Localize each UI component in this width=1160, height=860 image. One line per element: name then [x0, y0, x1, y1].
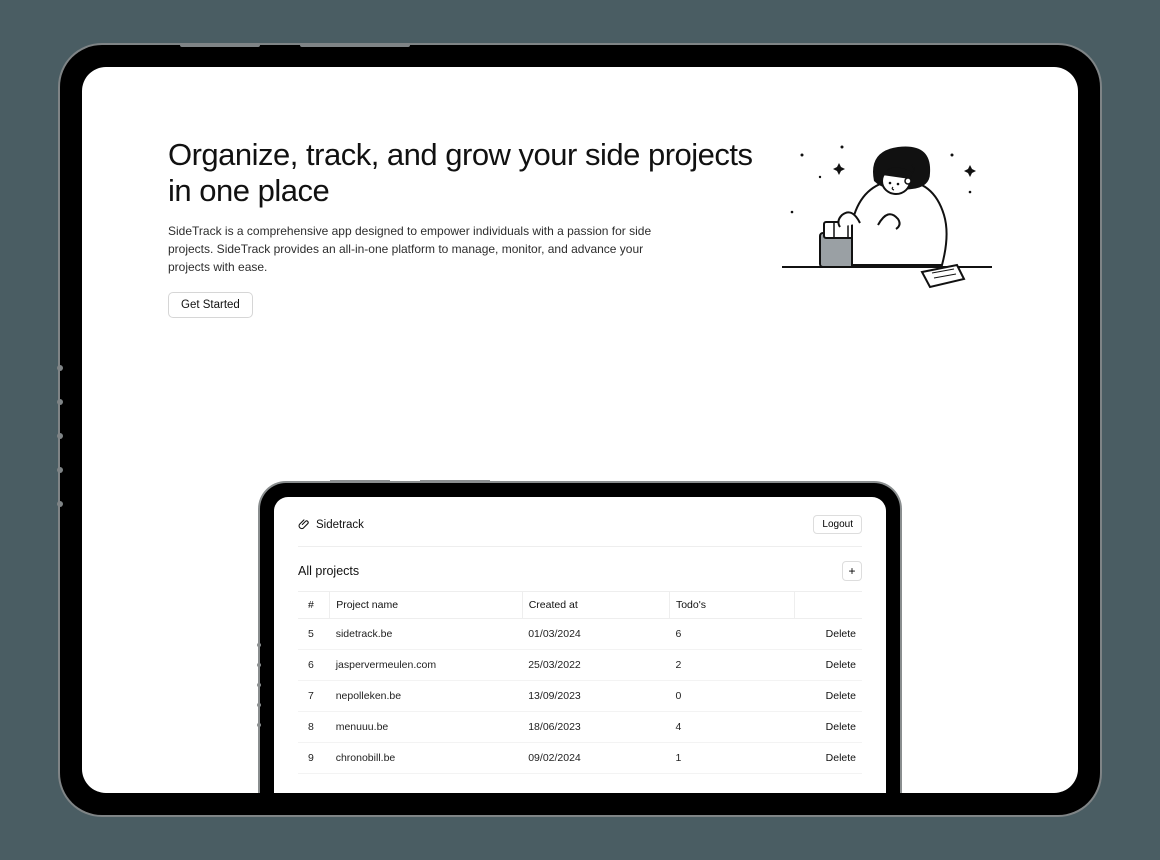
cell-created: 18/06/2023 — [522, 712, 669, 743]
app-brand[interactable]: Sidetrack — [298, 518, 364, 531]
hero-text: Organize, track, and grow your side proj… — [168, 137, 762, 318]
col-action — [794, 592, 862, 619]
delete-button[interactable]: Delete — [826, 628, 856, 640]
cell-name: nepolleken.be — [330, 681, 523, 712]
cell-created: 13/09/2023 — [522, 681, 669, 712]
hero-section: Organize, track, and grow your side proj… — [168, 137, 992, 318]
inner-tablet-wrap: Sidetrack Logout All projects + # Projec… — [260, 483, 900, 793]
table-row[interactable]: 5sidetrack.be01/03/20246 Delete — [298, 619, 862, 650]
get-started-button[interactable]: Get Started — [168, 292, 253, 318]
table-row[interactable]: 9chronobill.be09/02/20241 Delete — [298, 743, 862, 774]
cell-num: 6 — [298, 650, 330, 681]
cell-name: sidetrack.be — [330, 619, 523, 650]
outer-tablet-frame: Organize, track, and grow your side proj… — [60, 45, 1100, 815]
col-todos: Todo's — [669, 592, 794, 619]
cell-created: 01/03/2024 — [522, 619, 669, 650]
delete-button[interactable]: Delete — [826, 659, 856, 671]
tablet-notch — [180, 43, 260, 47]
delete-button[interactable]: Delete — [826, 752, 856, 764]
col-name: Project name — [330, 592, 523, 619]
outer-screen: Organize, track, and grow your side proj… — [82, 67, 1078, 793]
inner-tablet-buttons — [257, 643, 261, 727]
hero-illustration — [782, 137, 992, 317]
col-num: # — [298, 592, 330, 619]
cell-name: jaspervermeulen.com — [330, 650, 523, 681]
cell-created: 09/02/2024 — [522, 743, 669, 774]
logout-button[interactable]: Logout — [813, 515, 862, 534]
projects-table: # Project name Created at Todo's 5sidetr… — [298, 591, 862, 774]
cell-todos: 2 — [669, 650, 794, 681]
add-project-button[interactable]: + — [842, 561, 862, 581]
cell-todos: 4 — [669, 712, 794, 743]
col-created: Created at — [522, 592, 669, 619]
hero-title: Organize, track, and grow your side proj… — [168, 137, 762, 208]
table-row[interactable]: 7nepolleken.be13/09/20230 Delete — [298, 681, 862, 712]
cell-num: 8 — [298, 712, 330, 743]
cell-todos: 0 — [669, 681, 794, 712]
cell-created: 25/03/2022 — [522, 650, 669, 681]
cell-todos: 6 — [669, 619, 794, 650]
inner-tablet-frame: Sidetrack Logout All projects + # Projec… — [260, 483, 900, 793]
inner-tablet-notch — [330, 480, 390, 483]
cell-name: chronobill.be — [330, 743, 523, 774]
tablet-buttons — [57, 365, 63, 507]
delete-button[interactable]: Delete — [826, 721, 856, 733]
cell-num: 7 — [298, 681, 330, 712]
table-row[interactable]: 6jaspervermeulen.com25/03/20222 Delete — [298, 650, 862, 681]
cell-num: 9 — [298, 743, 330, 774]
list-title: All projects — [298, 564, 359, 578]
delete-button[interactable]: Delete — [826, 690, 856, 702]
app-header: Sidetrack Logout — [298, 515, 862, 547]
hero-description: SideTrack is a comprehensive app designe… — [168, 222, 658, 276]
list-header: All projects + — [298, 561, 862, 581]
person-filing-icon — [782, 137, 992, 317]
cell-name: menuuu.be — [330, 712, 523, 743]
brand-label: Sidetrack — [316, 519, 364, 531]
app-screen: Sidetrack Logout All projects + # Projec… — [274, 497, 886, 793]
inner-tablet-notch — [420, 480, 490, 483]
paperclip-icon — [298, 518, 311, 531]
cell-num: 5 — [298, 619, 330, 650]
tablet-notch — [300, 43, 410, 47]
table-row[interactable]: 8menuuu.be18/06/20234 Delete — [298, 712, 862, 743]
cell-todos: 1 — [669, 743, 794, 774]
